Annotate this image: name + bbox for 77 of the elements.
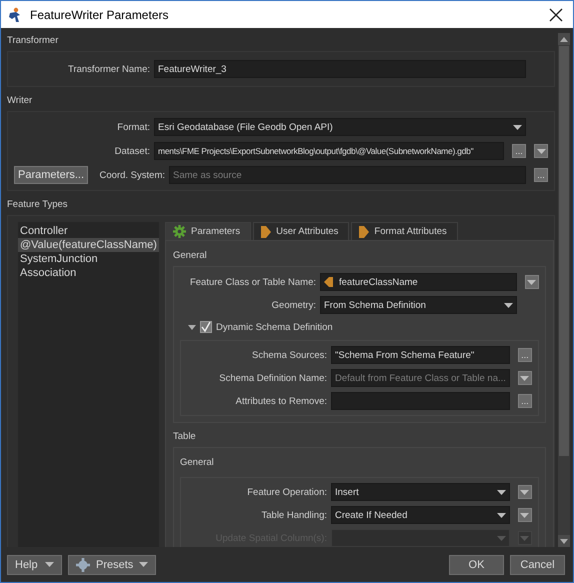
scroll-up-button[interactable] [558,33,570,45]
section-heading: Writer [7,94,34,108]
menu-button[interactable] [518,485,532,499]
presets-button[interactable]: Presets [68,554,156,574]
browse-button[interactable]: ... [518,348,532,362]
dropdown[interactable]: Esri Geodatabase (File Geodb Open API) [154,118,526,136]
input-field[interactable]: featureClassName [320,273,517,291]
scrollbar-thumb[interactable] [559,46,569,456]
field-label: Feature Class or Table Name: [188,276,316,288]
section-heading: Feature Types [7,198,69,212]
field-label: Attributes to Remove: [234,396,327,406]
field-label: Dataset: [114,146,150,156]
field-label: Schema Definition Name: [218,372,327,384]
tab[interactable]: Parameters [165,222,252,240]
menu-button[interactable] [534,144,548,158]
browse-button[interactable]: ... [518,394,532,408]
field-label: Coord. System: [100,170,165,180]
arrow-icon [359,226,370,238]
input-field[interactable]: FeatureWriter_3 [154,60,526,78]
input-field[interactable]: "Schema From Schema Feature" [331,346,510,364]
attribute-arrow-icon [324,277,333,287]
ok-button[interactable]: OK [449,554,504,574]
input-field[interactable]: Default from Feature Class or Table na... [331,369,510,387]
caret-icon [504,302,513,308]
section-heading: Transformer [7,34,60,48]
menu-button[interactable] [518,371,532,385]
list-item[interactable]: Controller [18,224,159,238]
browse-button[interactable]: ... [534,168,548,182]
caret-icon [520,512,530,518]
input-field[interactable] [331,392,510,410]
checkbox[interactable] [200,321,212,333]
close-icon[interactable] [549,8,563,22]
arrow-icon [261,226,272,238]
section-heading: General [173,249,208,263]
list-item[interactable]: Association [18,266,159,280]
tab[interactable]: Format Attributes [351,222,458,240]
input-field[interactable]: Same as source [169,166,526,184]
caret-icon [513,124,522,130]
checkbox-label: Dynamic Schema Definition [216,322,333,332]
input-field[interactable]: ments\FME Projects\ExportSubnetworkBlog\output\fgdb\@Value(SubnetworkName).gdb" [154,142,504,160]
gear-icon [173,225,186,238]
dropdown[interactable]: From Schema Definition [320,296,517,314]
menu-button[interactable] [524,275,539,289]
caret-icon [496,490,506,494]
window-title: FeatureWriter Parameters [30,8,170,22]
tab[interactable]: User Attributes [253,222,350,240]
caret-icon [527,280,536,284]
browse-button[interactable]: ... [512,144,526,158]
caret-icon [520,376,530,380]
caret-icon [496,536,506,540]
field-label: Table Handling: [260,510,327,520]
caret-icon [496,512,506,518]
section-heading: Table [173,430,197,444]
dropdown[interactable]: Create If Needed [331,506,510,524]
cancel-button[interactable]: Cancel [510,554,565,574]
field-label: Geometry: [270,300,316,310]
help-button[interactable]: Help [7,554,62,574]
gear-icon [76,558,90,572]
scroll-down-button[interactable] [558,535,570,547]
dropdown[interactable]: Insert [331,483,510,501]
menu-button[interactable] [518,508,532,522]
field-label: Schema Sources: [251,350,327,360]
caret-icon [45,562,54,567]
list-item[interactable]: SystemJunction [18,252,159,266]
arrow-icon [560,36,568,42]
field-label: Feature Operation: [246,486,327,498]
expand-icon[interactable] [188,324,196,330]
field-label: Format: [116,122,150,132]
caret-icon [536,148,546,154]
list-item[interactable]: @Value(featureClassName) [18,238,159,252]
section-heading: General [180,456,215,470]
field-label: Transformer Name: [67,64,150,74]
caret-icon [520,536,530,540]
arrow-icon [560,538,568,544]
parameters-button[interactable]: Parameters... [14,166,88,184]
caret-icon [139,562,148,567]
caret-icon [520,490,530,494]
